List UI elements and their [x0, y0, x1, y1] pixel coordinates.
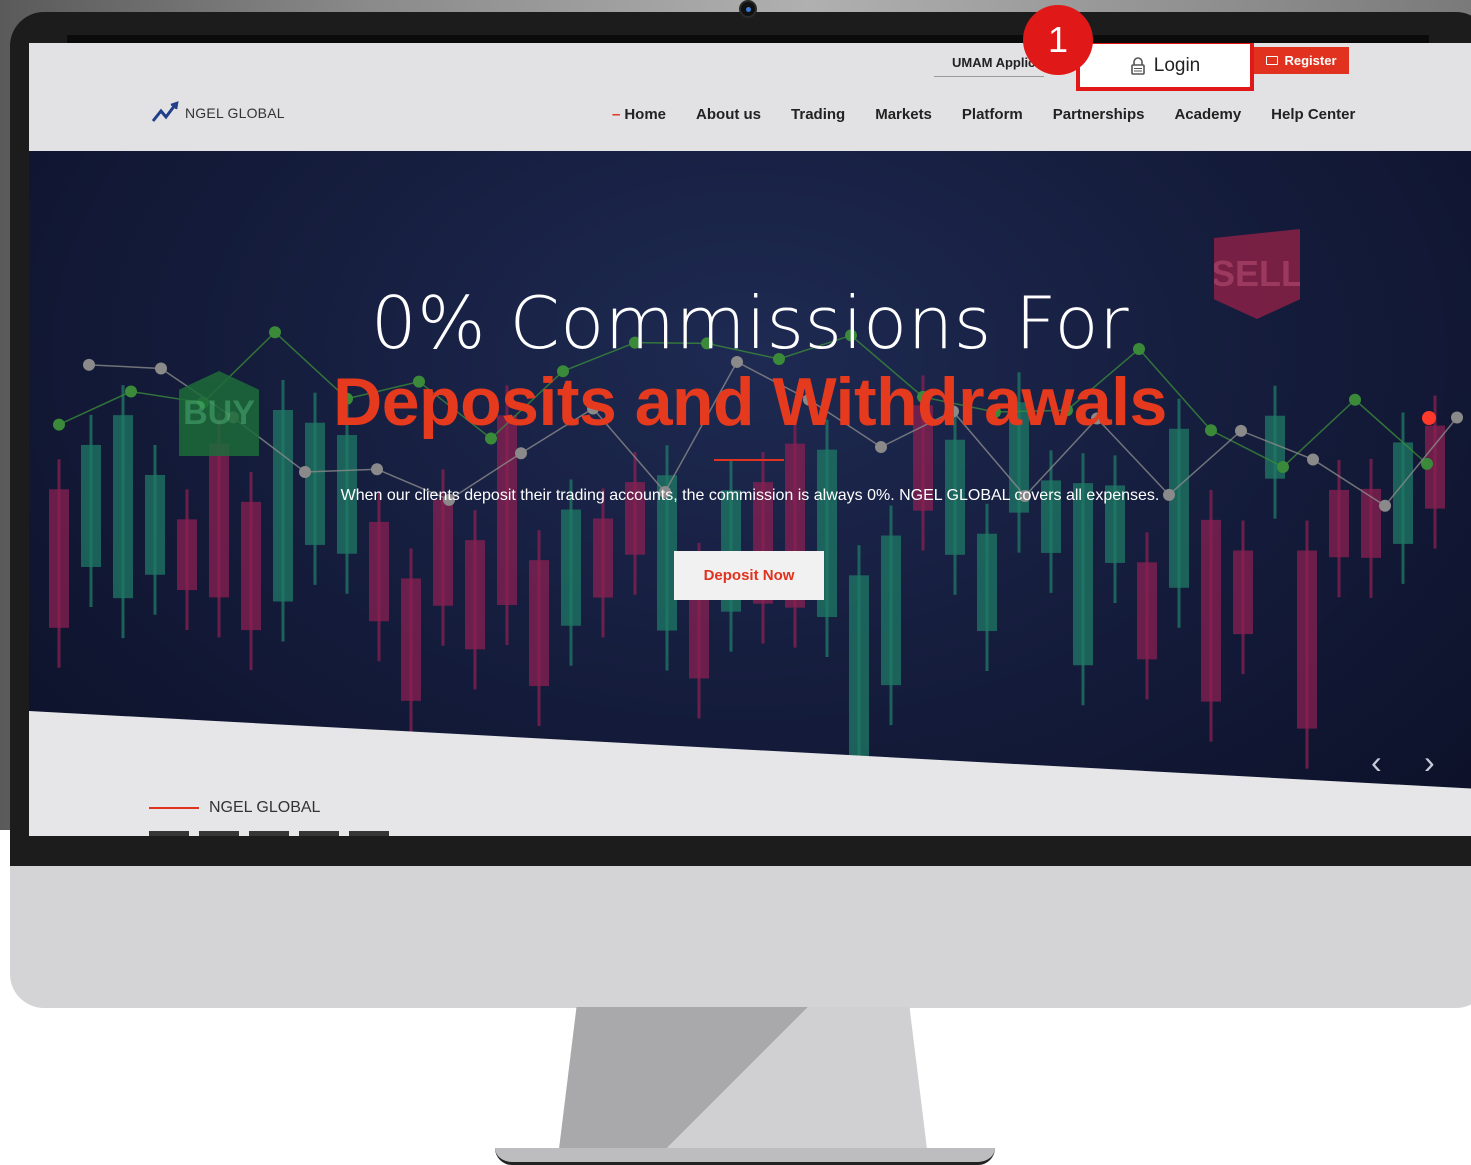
indicator-point: [299, 466, 311, 479]
hero-subtitle: Deposits and Withdrawals: [333, 364, 1167, 440]
candle-body: [593, 518, 613, 598]
nav-home[interactable]: Home: [597, 106, 681, 123]
hero-description: When our clients deposit their trading a…: [340, 487, 1160, 504]
main-nav: Home About us Trading Markets Platform P…: [597, 106, 1370, 123]
eyebrow-text: NGEL GLOBAL: [209, 799, 321, 816]
candle-body: [433, 499, 453, 606]
candle-body: [1169, 428, 1189, 588]
candle-body: [305, 422, 325, 545]
candle-body: [49, 489, 69, 628]
indicator-point: [371, 463, 383, 476]
chevron-left-icon[interactable]: ‹: [1371, 746, 1382, 778]
candle-body: [113, 415, 133, 599]
candle-body: [241, 501, 261, 631]
candle-body: [529, 560, 549, 687]
chevron-right-icon[interactable]: ›: [1424, 746, 1435, 778]
register-label: Register: [1284, 53, 1337, 68]
monitor-stand-base: [495, 1148, 995, 1165]
candle-body: [465, 540, 485, 650]
site-header: NGEL GLOBAL UMAM Applic Login Register H…: [29, 43, 1471, 151]
candle-body: [1297, 550, 1317, 729]
nav-platform[interactable]: Platform: [947, 106, 1038, 123]
hero-divider: [714, 459, 784, 461]
candle-body: [401, 578, 421, 701]
logo-text: NGEL GLOBAL: [185, 105, 285, 121]
candle-body: [849, 575, 869, 766]
monitor-screen: NGEL GLOBAL UMAM Applic Login Register H…: [29, 43, 1471, 836]
step-badge: 1: [1023, 5, 1093, 75]
monitor-chin: [10, 866, 1471, 1008]
candle-body: [561, 509, 581, 626]
indicator-point: [875, 441, 887, 454]
section-eyebrow: NGEL GLOBAL: [149, 799, 320, 817]
candle-body: [1137, 562, 1157, 660]
site-logo[interactable]: NGEL GLOBAL: [151, 101, 285, 125]
candle-body: [209, 443, 229, 598]
nav-markets[interactable]: Markets: [860, 106, 947, 123]
nav-about-us[interactable]: About us: [681, 106, 776, 123]
login-label: Login: [1153, 54, 1201, 76]
indicator-point: [1307, 453, 1319, 466]
register-button[interactable]: Register: [1254, 47, 1349, 74]
candle-body: [1073, 483, 1093, 666]
logo-chart-icon: [151, 101, 179, 122]
eyebrow-line: [149, 807, 199, 809]
bezel-strip: [67, 35, 1429, 43]
hero-slider: SELL BUY 0% Commissions For Deposits and…: [29, 151, 1471, 836]
lock-icon: [1130, 56, 1145, 75]
candle-body: [369, 521, 389, 622]
candle-body: [881, 535, 901, 686]
candle-body: [1201, 519, 1221, 702]
section-heading-cropped: [149, 831, 389, 836]
deposit-now-button[interactable]: Deposit Now: [674, 551, 824, 600]
login-button[interactable]: Login: [1076, 43, 1254, 91]
monitor-stand: [558, 1007, 928, 1157]
indicator-point: [515, 447, 527, 460]
hero-title: 0% Commissions For: [370, 281, 1130, 365]
candle-body: [977, 533, 997, 632]
candle-body: [81, 444, 101, 567]
candle-body: [497, 415, 517, 606]
candle-body: [177, 519, 197, 591]
webcam-icon: [739, 0, 757, 18]
nav-trading[interactable]: Trading: [776, 106, 860, 123]
nav-help-center[interactable]: Help Center: [1256, 106, 1370, 123]
nav-partnerships[interactable]: Partnerships: [1038, 106, 1160, 123]
candle-body: [1233, 550, 1253, 635]
indicator-point: [1277, 460, 1289, 473]
nav-academy[interactable]: Academy: [1159, 106, 1256, 123]
card-icon: [1266, 56, 1279, 65]
